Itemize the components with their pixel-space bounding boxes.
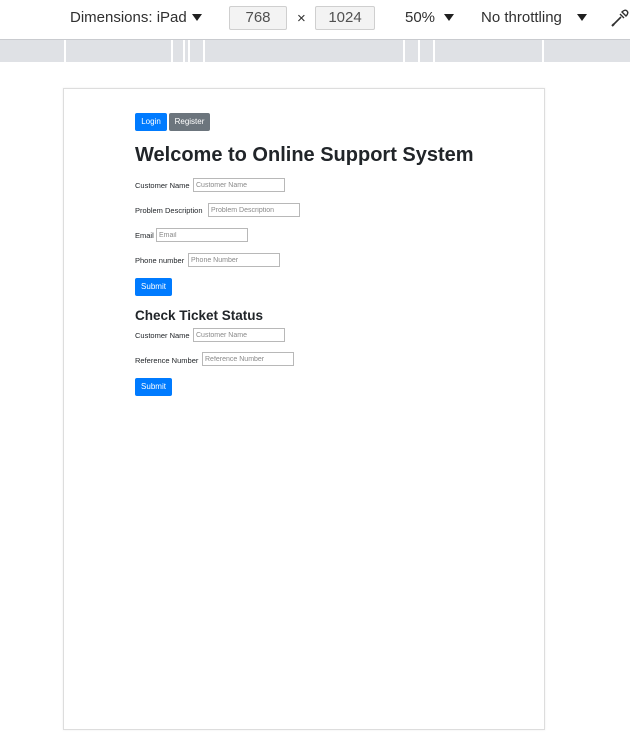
- email-input[interactable]: [156, 228, 248, 242]
- login-button[interactable]: Login: [135, 113, 167, 131]
- reference-number-label: Reference Number: [135, 356, 199, 365]
- submit-ticket-button[interactable]: Submit: [135, 278, 172, 296]
- device-toolbar: Dimensions: iPad × 50% No throttling: [0, 0, 630, 38]
- check-status-heading: Check Ticket Status: [135, 308, 264, 323]
- submit-status-button[interactable]: Submit: [135, 378, 172, 396]
- device-viewport: Login Register Welcome to Online Support…: [63, 88, 545, 730]
- register-button[interactable]: Register: [169, 113, 210, 131]
- reference-number-input[interactable]: [202, 352, 294, 366]
- throttling-select-label[interactable]: No throttling: [481, 9, 562, 26]
- height-input[interactable]: [315, 6, 375, 30]
- caret-down-icon[interactable]: [444, 14, 454, 21]
- ruler-divider: [542, 40, 544, 62]
- phone-number-label: Phone number: [135, 256, 185, 265]
- phone-number-input[interactable]: [188, 253, 280, 267]
- problem-description-label: Problem Description: [135, 206, 203, 215]
- ruler-divider: [171, 40, 173, 62]
- media-query-ruler[interactable]: [0, 39, 630, 62]
- width-input[interactable]: [229, 6, 287, 30]
- caret-down-icon[interactable]: [192, 14, 202, 21]
- device-select-label[interactable]: Dimensions: iPad: [70, 9, 187, 26]
- zoom-select-label[interactable]: 50%: [405, 9, 435, 26]
- page-title: Welcome to Online Support System: [135, 144, 474, 166]
- email-label: Email: [135, 231, 154, 240]
- ruler-divider: [418, 40, 420, 62]
- problem-description-input[interactable]: [208, 203, 300, 217]
- ruler-divider: [433, 40, 435, 62]
- status-customer-name-input[interactable]: [193, 328, 285, 342]
- customer-name-input[interactable]: [193, 178, 285, 192]
- ruler-divider: [64, 40, 66, 62]
- ruler-divider: [188, 40, 190, 62]
- caret-down-icon[interactable]: [577, 14, 587, 21]
- times-symbol: ×: [297, 10, 306, 27]
- ruler-divider: [203, 40, 205, 62]
- eyedropper-icon[interactable]: [610, 6, 630, 33]
- ruler-divider: [183, 40, 185, 62]
- ruler-divider: [403, 40, 405, 62]
- customer-name-label: Customer Name: [135, 181, 190, 190]
- status-customer-name-label: Customer Name: [135, 331, 190, 340]
